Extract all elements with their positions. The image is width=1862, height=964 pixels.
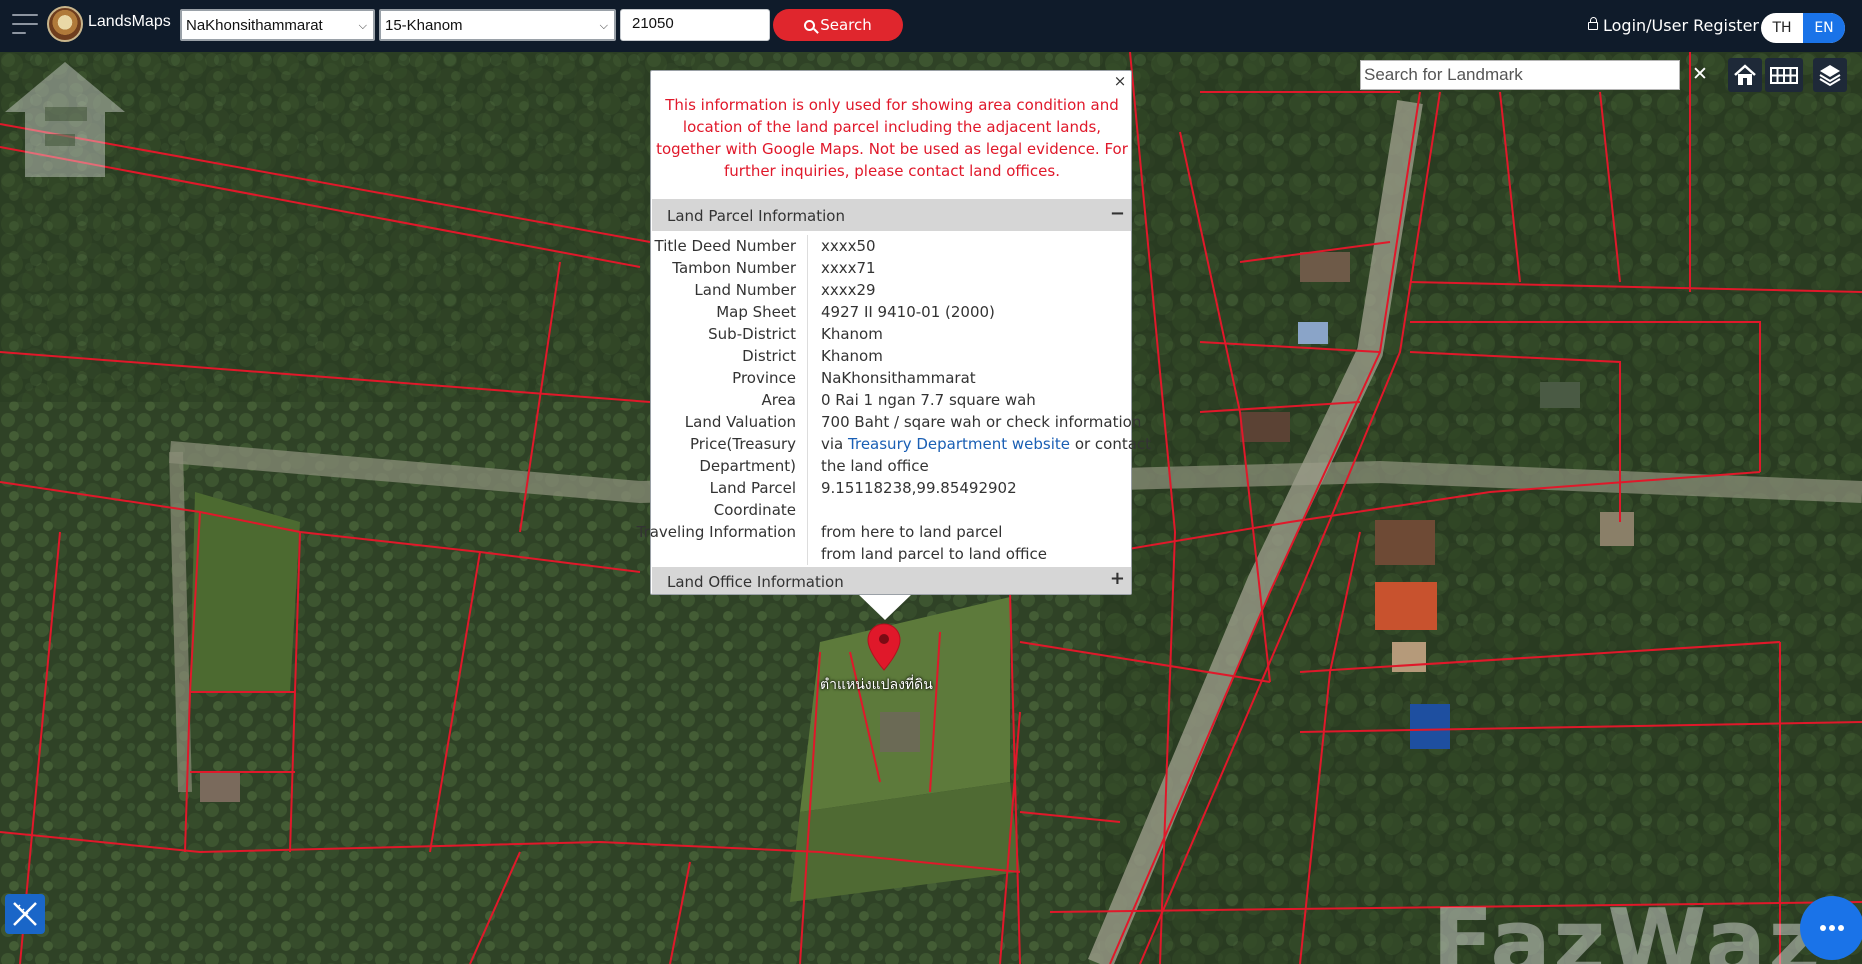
building [1375,582,1437,630]
chat-dot [1838,925,1844,931]
popup-close-button[interactable]: × [1113,72,1127,90]
coordinate-link[interactable]: 9.15118238,99.85492902 [821,477,1017,499]
watermark-text: FazWaz [1432,890,1823,964]
via-text: via [821,435,844,453]
popup-pointer [858,594,912,620]
measure-tool-button[interactable] [5,894,45,934]
brand-name: LandsMaps [88,13,171,30]
building [1375,520,1435,565]
ruler-pencil-icon [13,902,37,926]
top-bar: LandsMaps NaKhonsithammarat ⌵ 15-Khanom … [0,0,1862,52]
detail-label: Province [732,369,796,387]
detail-label: Price(Treasury [689,435,796,453]
detail-label: Tambon Number [672,259,796,277]
detail-label: Area [761,391,796,409]
detail-value: xxxx29 [821,281,876,299]
chat-dot [1829,925,1835,931]
detail-value: via Treasury Department website or conta… [821,433,1151,455]
detail-label: Traveling Information [636,523,796,541]
detail-label: Sub-District [708,325,796,343]
detail-label: District [742,347,796,365]
menu-icon[interactable] [12,14,38,36]
detail-label: Department) [699,457,796,475]
detail-label: Map Sheet [716,303,796,321]
fazwaz-logo [5,62,125,177]
login-label: Login/User Register [1603,16,1759,35]
route-to-parcel-link[interactable]: from here to land parcel [821,521,1002,543]
forest-area [1100,52,1862,964]
section-title: Land Parcel Information [667,207,845,225]
dirt-road [169,451,192,793]
login-register-link[interactable]: Login/User Register [1588,16,1759,35]
chat-dot [1820,925,1826,931]
landsmaps-logo [47,6,83,42]
building [880,712,920,752]
detail-label: Land Valuation [684,413,796,431]
province-select[interactable]: NaKhonsithammarat ⌵ [180,9,375,41]
detail-value: xxxx50 [821,237,876,255]
detail-value: the land office [821,457,929,475]
contact-text: or contact [1074,435,1152,453]
building [1540,382,1580,408]
land-parcel-section-header[interactable]: Land Parcel Information − [652,199,1131,231]
building [200,772,240,802]
layers-icon [1819,65,1841,87]
parcel-number-input[interactable]: 21050 [620,9,770,41]
section-title: Land Office Information [667,573,844,591]
route-to-office-link[interactable]: from land parcel to land office [821,543,1047,565]
detail-value: xxxx71 [821,259,876,277]
disclaimer-text: This information is only used for showin… [656,96,1128,180]
home-icon [1734,64,1756,85]
detail-value: Khanom [821,347,883,365]
land-office-section-header[interactable]: Land Office Information + [652,567,1131,594]
grid-icon [1770,67,1798,84]
province-select-value: NaKhonsithammarat [186,17,323,34]
district-select-value: 15-Khanom [385,17,463,34]
detail-label: Land Number [694,281,796,299]
land-info-popup: × This information is only used for show… [637,70,1151,595]
search-icon [804,20,816,31]
building [1410,704,1450,749]
home-button[interactable] [1728,58,1762,92]
district-select[interactable]: 15-Khanom ⌵ [379,9,616,41]
chevron-down-icon: ⌵ [358,20,367,32]
building [1240,412,1290,442]
detail-value: Khanom [821,325,883,343]
lang-en-button[interactable]: EN [1803,13,1845,43]
treasury-website-link[interactable]: Treasury Department website [848,435,1070,453]
building [1392,642,1426,672]
detail-label: Coordinate [713,501,796,519]
building [1298,322,1328,344]
pin-label: ตำแหน่งแปลงที่ดิน [820,677,933,693]
detail-value: 4927 II 9410-01 (2000) [821,303,995,321]
landmark-search-input[interactable]: Search for Landmark [1360,60,1680,90]
collapse-icon[interactable]: − [1110,203,1125,224]
layers-button[interactable] [1813,58,1847,92]
detail-label: Land Parcel [709,479,796,497]
building [1300,252,1350,282]
detail-value: NaKhonsithammarat [821,369,976,387]
lock-icon [1588,17,1598,30]
detail-value: 0 Rai 1 ngan 7.7 square wah [821,391,1036,409]
clear-landmark-button[interactable]: ✕ [1690,60,1710,90]
search-button-label: Search [820,16,872,34]
map-pin-icon[interactable] [866,622,902,672]
detail-label: Title Deed Number [654,237,796,255]
lang-th-button[interactable]: TH [1761,13,1803,43]
chevron-down-icon: ⌵ [599,20,608,32]
building [1600,512,1634,546]
grid-button[interactable] [1765,58,1803,92]
detail-value: 700 Baht / sqare wah or check informatio… [821,413,1142,431]
search-button[interactable]: Search [773,9,903,41]
column-divider [807,235,808,565]
chat-button[interactable] [1800,896,1862,960]
expand-icon[interactable]: + [1110,568,1125,589]
language-toggle: TH EN [1761,13,1845,43]
